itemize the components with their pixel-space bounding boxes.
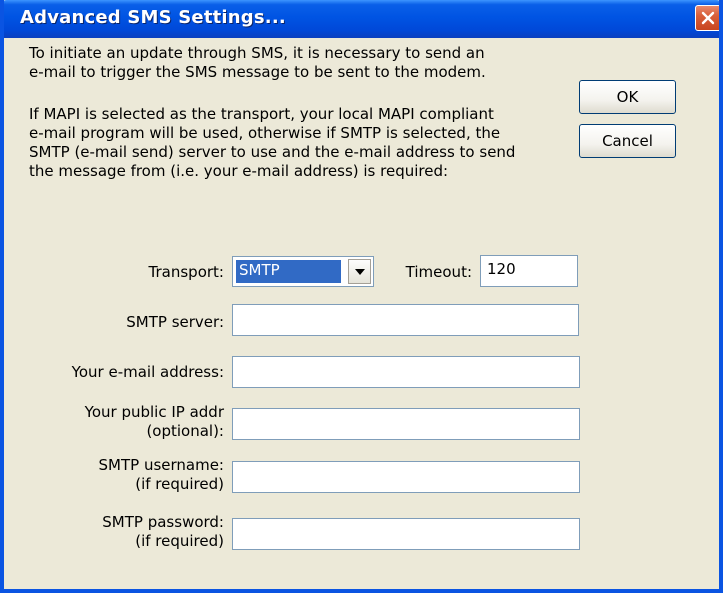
timeout-label: Timeout:	[405, 263, 472, 281]
smtp-password-label: SMTP password: (if required)	[102, 513, 224, 550]
chevron-down-icon	[354, 268, 365, 275]
smtp-username-label: SMTP username: (if required)	[98, 456, 225, 493]
intro-text: To initiate an update through SMS, it is…	[29, 44, 486, 81]
title-bar[interactable]: Advanced SMS Settings...	[4, 0, 719, 38]
public-ip-field[interactable]	[232, 408, 580, 440]
email-field[interactable]	[232, 356, 580, 388]
transport-dropdown-button[interactable]	[348, 259, 371, 284]
transport-label: Transport:	[148, 263, 224, 281]
close-button[interactable]	[695, 5, 719, 31]
cancel-button[interactable]: Cancel	[579, 124, 676, 158]
public-ip-label: Your public IP addr (optional):	[84, 403, 224, 440]
ok-button[interactable]: OK	[579, 80, 676, 114]
close-icon	[701, 11, 715, 25]
window-title: Advanced SMS Settings...	[20, 7, 286, 28]
dialog-window: Advanced SMS Settings... To initiate an …	[0, 0, 723, 593]
email-label: Your e-mail address:	[71, 363, 224, 381]
transport-select[interactable]: SMTP	[232, 256, 374, 287]
transport-selected-value: SMTP	[236, 260, 341, 283]
mapi-explanation-text: If MAPI is selected as the transport, yo…	[29, 105, 516, 180]
smtp-server-label: SMTP server:	[126, 313, 224, 331]
smtp-server-field[interactable]	[232, 304, 579, 336]
smtp-password-field[interactable]	[232, 518, 580, 550]
smtp-username-field[interactable]	[232, 461, 580, 493]
timeout-field[interactable]: 120	[480, 255, 578, 287]
